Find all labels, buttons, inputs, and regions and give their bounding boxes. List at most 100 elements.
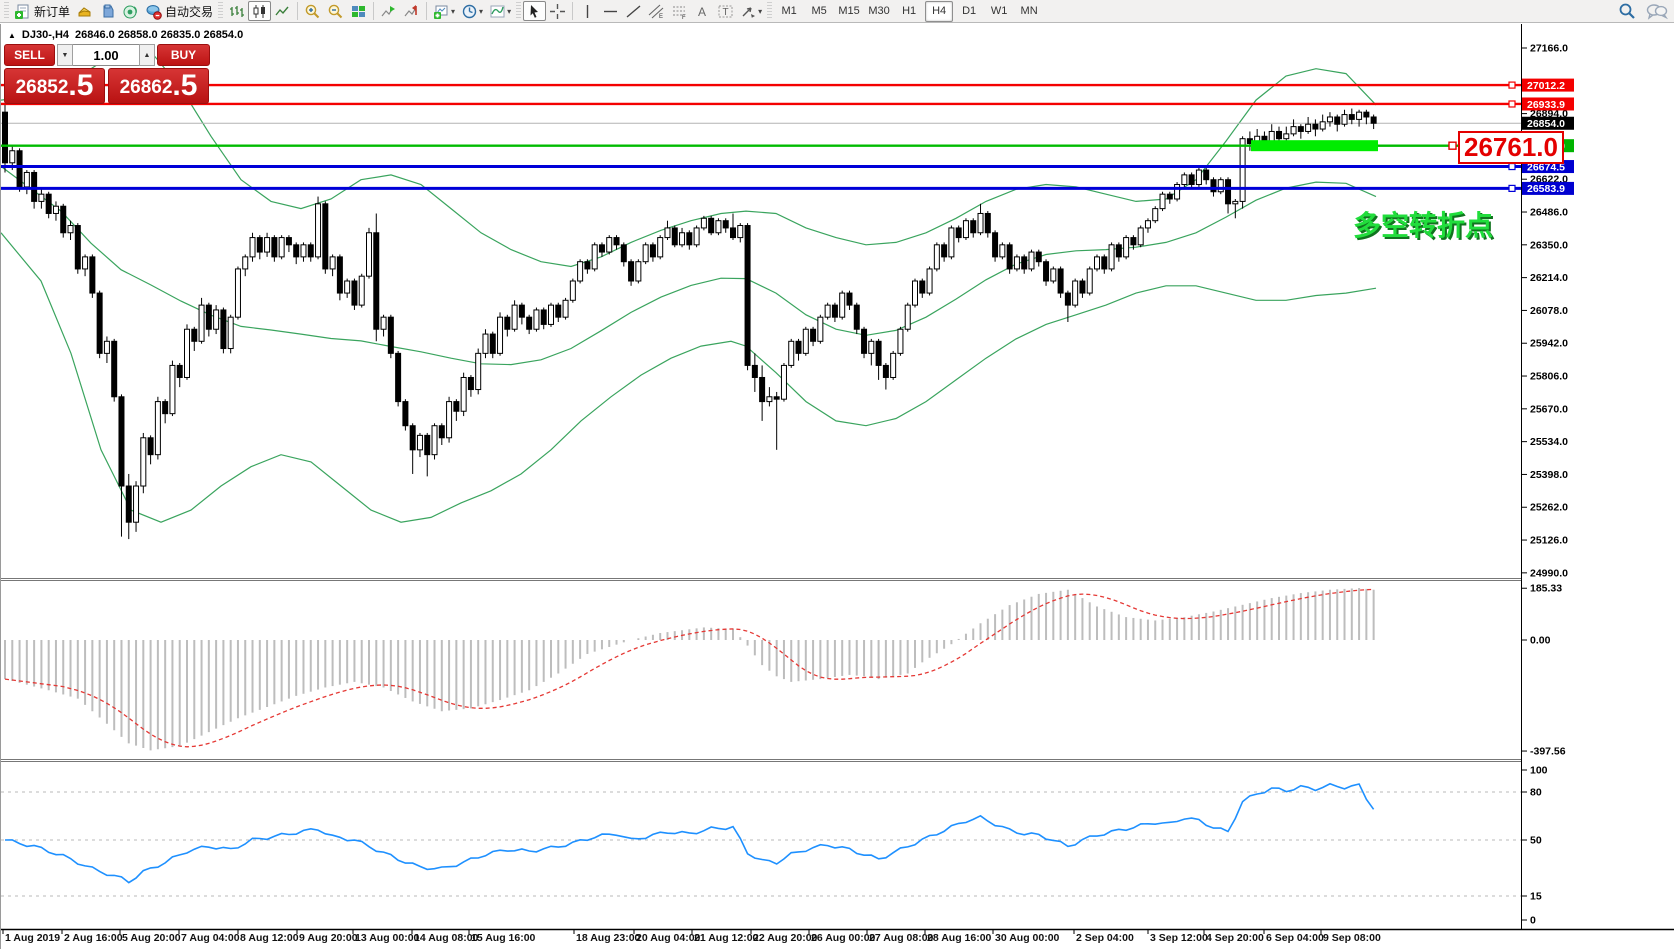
candle-body bbox=[650, 245, 655, 257]
candle-body bbox=[206, 305, 211, 329]
support-zone-bar[interactable] bbox=[1251, 140, 1378, 151]
collapse-icon[interactable]: ▲ bbox=[8, 31, 16, 40]
volume-up-button[interactable]: ▲ bbox=[139, 44, 155, 66]
candle-body bbox=[1357, 112, 1362, 119]
candle-body bbox=[265, 238, 270, 252]
sell-button[interactable]: SELL bbox=[4, 44, 55, 66]
time-tick-label: 28 Aug 16:00 bbox=[927, 932, 992, 944]
candle-body bbox=[636, 262, 641, 281]
candle-body bbox=[963, 221, 968, 238]
candle-body bbox=[883, 365, 888, 377]
candle-body bbox=[417, 435, 422, 449]
candle-body bbox=[1116, 245, 1121, 257]
candle-body bbox=[519, 305, 524, 317]
time-tick-label: 26 Aug 00:00 bbox=[811, 932, 876, 944]
candle-body bbox=[126, 486, 131, 522]
price-tick-label: 27166.0 bbox=[1530, 43, 1568, 55]
rsi-tick-label: 0 bbox=[1530, 915, 1536, 927]
candle-body bbox=[869, 341, 874, 353]
macd-tick-label: 0.00 bbox=[1530, 635, 1551, 647]
candle-body bbox=[1218, 180, 1223, 192]
candle-body bbox=[1277, 131, 1282, 138]
candle-body bbox=[490, 334, 495, 353]
candle-body bbox=[3, 112, 8, 163]
time-tick-label: 15 Aug 16:00 bbox=[471, 932, 536, 944]
candle-body bbox=[447, 402, 452, 438]
price-marker-text: 26583.9 bbox=[1527, 183, 1565, 195]
candle-body bbox=[381, 317, 386, 329]
candle-body bbox=[439, 426, 444, 438]
candle-body bbox=[454, 402, 459, 412]
candle-body bbox=[1036, 252, 1041, 262]
candle-body bbox=[1095, 257, 1100, 269]
price-tick-label: 25398.0 bbox=[1530, 469, 1568, 481]
candle-body bbox=[1196, 170, 1201, 184]
chart-area[interactable]: 27166.026894.026622.026486.026350.026214… bbox=[0, 24, 1674, 949]
candle-body bbox=[1167, 194, 1172, 199]
line-anchor-marker[interactable] bbox=[1509, 101, 1515, 107]
line-anchor-marker[interactable] bbox=[1509, 185, 1515, 191]
support-price-label[interactable]: 26761.0 bbox=[1458, 131, 1564, 164]
candle-body bbox=[796, 341, 801, 353]
candle-body bbox=[680, 233, 685, 245]
symbol-title: DJ30-,H4 bbox=[22, 29, 69, 41]
line-anchor-marker[interactable] bbox=[1509, 82, 1515, 88]
candle-body bbox=[738, 226, 743, 238]
candle-body bbox=[1364, 112, 1369, 117]
candle-body bbox=[512, 305, 517, 329]
volume-input[interactable] bbox=[73, 44, 139, 66]
candle-body bbox=[1320, 122, 1325, 129]
candle-body bbox=[891, 353, 896, 377]
candle-body bbox=[374, 233, 379, 329]
time-tick-label: 2 Aug 16:00 bbox=[64, 932, 123, 944]
candle-body bbox=[1087, 269, 1092, 293]
buy-button[interactable]: BUY bbox=[157, 44, 210, 66]
price-chart[interactable]: 27166.026894.026622.026486.026350.026214… bbox=[1, 0, 1674, 949]
time-tick-label: 6 Sep 04:00 bbox=[1266, 932, 1324, 944]
candle-body bbox=[643, 245, 648, 262]
candle-body bbox=[1102, 257, 1107, 269]
candle-body bbox=[876, 341, 881, 365]
buy-price-button[interactable]: 26862 .5 bbox=[108, 68, 209, 104]
candle-body bbox=[61, 206, 66, 233]
candle-body bbox=[1065, 293, 1070, 305]
candle-body bbox=[17, 151, 22, 187]
candle-body bbox=[1058, 269, 1063, 293]
sell-price-frac: .5 bbox=[68, 71, 93, 101]
candle-body bbox=[1269, 131, 1274, 141]
candle-body bbox=[781, 365, 786, 399]
volume-down-button[interactable]: ▼ bbox=[57, 44, 73, 66]
turning-point-note[interactable]: 多空转折点 bbox=[1353, 204, 1493, 244]
candle-body bbox=[119, 397, 124, 486]
tag-anchor-marker[interactable] bbox=[1449, 142, 1456, 149]
macd-tick-label: -397.56 bbox=[1530, 746, 1566, 758]
candle-body bbox=[672, 228, 677, 245]
candle-body bbox=[199, 305, 204, 341]
price-tick-label: 26078.0 bbox=[1530, 305, 1568, 317]
candle-body bbox=[1313, 124, 1318, 129]
time-tick-label: 3 Sep 12:00 bbox=[1150, 932, 1208, 944]
candle-body bbox=[83, 257, 88, 269]
time-tick-label: 27 Aug 08:00 bbox=[869, 932, 934, 944]
candle-body bbox=[825, 305, 830, 317]
candle-body bbox=[978, 213, 983, 232]
one-click-trade-panel: SELL ▼ ▲ BUY 26852 .5 26862 .5 bbox=[4, 44, 210, 104]
candle-body bbox=[396, 353, 401, 401]
candle-body bbox=[694, 228, 699, 245]
buy-price-frac: .5 bbox=[172, 71, 197, 101]
sell-price-button[interactable]: 26852 .5 bbox=[4, 68, 105, 104]
candle-body bbox=[818, 317, 823, 341]
symbol-bar[interactable]: ▲ DJ30-,H4 26846.0 26858.0 26835.0 26854… bbox=[8, 29, 243, 41]
candle-body bbox=[170, 365, 175, 413]
line-anchor-marker[interactable] bbox=[1509, 164, 1515, 170]
time-tick-label: 2 Sep 04:00 bbox=[1076, 932, 1134, 944]
candle-body bbox=[476, 353, 481, 389]
price-tick-label: 25670.0 bbox=[1530, 403, 1568, 415]
candle-body bbox=[53, 206, 58, 213]
candle-body bbox=[483, 334, 488, 353]
candle-body bbox=[177, 365, 182, 377]
candle-body bbox=[701, 218, 706, 228]
price-tick-label: 25534.0 bbox=[1530, 436, 1568, 448]
candle-body bbox=[337, 257, 342, 293]
candle-body bbox=[1145, 221, 1150, 228]
